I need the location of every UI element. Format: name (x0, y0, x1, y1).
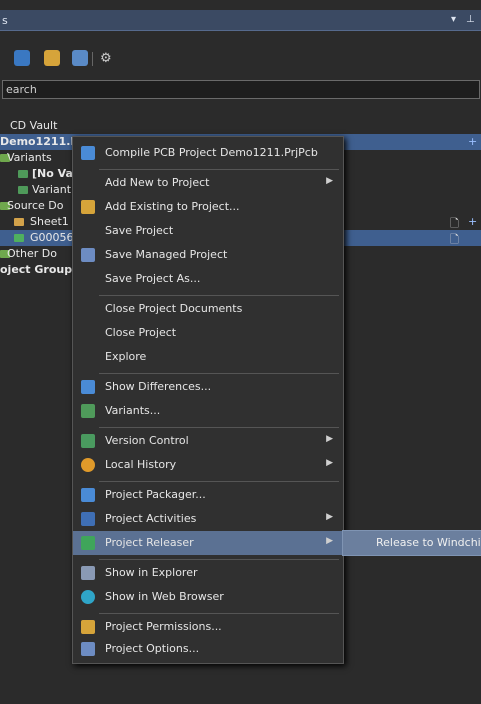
menu-item-show-in-explorer[interactable]: Show in Explorer (73, 561, 343, 585)
menu-item-label: Variants... (105, 404, 161, 417)
menu-item-project-permissions[interactable]: Project Permissions... (73, 615, 343, 639)
search-input[interactable]: earch (2, 80, 480, 99)
variants-icon (81, 404, 95, 418)
add-existing-icon (81, 200, 95, 214)
menu-item-add-new[interactable]: Add New to Project ▶ (73, 171, 343, 195)
menu-item-label: Show Differences... (105, 380, 212, 393)
explorer-icon (81, 566, 95, 580)
permissions-icon (81, 620, 95, 634)
menu-item-label: Project Options... (105, 642, 200, 655)
menu-item-add-existing[interactable]: Add Existing to Project... (73, 195, 343, 219)
menu-item-label: Project Activities (105, 512, 197, 525)
menu-item-label: Add Existing to Project... (105, 200, 240, 213)
submenu-arrow-icon: ▶ (326, 512, 333, 522)
add-icon[interactable]: + (468, 215, 477, 228)
menu-separator (99, 613, 339, 614)
menu-item-label: Save Managed Project (105, 248, 228, 261)
options-icon (81, 642, 95, 656)
menu-separator (99, 373, 339, 374)
save-managed-icon (81, 248, 95, 262)
menu-item-project-packager[interactable]: Project Packager... (73, 483, 343, 507)
menu-item-show-differences[interactable]: Show Differences... (73, 375, 343, 399)
tree-label: oject Group (0, 263, 73, 276)
history-icon (81, 458, 95, 472)
menu-item-label: Project Releaser (105, 536, 194, 549)
menu-item-label: Project Permissions... (105, 620, 222, 633)
menu-item-save-as[interactable]: Save Project As... (73, 267, 343, 291)
submenu-release[interactable]: Release to Windchil (342, 530, 481, 556)
tree-label: CD Vault (10, 119, 58, 132)
menu-item-project-activities[interactable]: Project Activities ▶ (73, 507, 343, 531)
variant-icon (18, 170, 28, 178)
chevron-down-icon[interactable]: ▾ (451, 14, 456, 25)
gear-icon[interactable]: ⚙ (100, 51, 112, 66)
releaser-icon (81, 536, 95, 550)
menu-item-label: Explore (105, 350, 147, 363)
version-control-icon (81, 434, 95, 448)
tree-label: G00056 (30, 231, 74, 244)
open-project-icon[interactable] (14, 50, 30, 66)
tree-label: Other Do (7, 247, 57, 260)
menu-item-label: Close Project Documents (105, 302, 243, 315)
activities-icon (81, 512, 95, 526)
variant-icon (18, 186, 28, 194)
panel-title: s (2, 14, 8, 27)
menu-item-label: Show in Explorer (105, 566, 198, 579)
menu-item-close-docs[interactable]: Close Project Documents (73, 297, 343, 321)
menu-item-label: Save Project As... (105, 272, 201, 285)
menu-item-explore[interactable]: Explore (73, 345, 343, 369)
menu-item-close-project[interactable]: Close Project (73, 321, 343, 345)
menu-item-label: Close Project (105, 326, 177, 339)
menu-separator (99, 427, 339, 428)
submenu-item-release-to-windchill[interactable]: Release to Windchil (376, 536, 481, 549)
menu-separator (99, 295, 339, 296)
menu-item-label: Local History (105, 458, 177, 471)
menu-item-label: Version Control (105, 434, 189, 447)
menu-item-compile[interactable]: Compile PCB Project Demo1211.PrjPcb (73, 141, 343, 165)
submenu-arrow-icon: ▶ (326, 176, 333, 186)
tree-row-vault[interactable]: CD Vault (0, 118, 481, 134)
tree-label: [No Va (32, 167, 73, 180)
panel-header: s ▾ ⊥ (0, 10, 481, 31)
menu-separator (99, 559, 339, 560)
pin-icon[interactable]: ⊥ (466, 14, 475, 25)
packager-icon (81, 488, 95, 502)
tree-label: Variant (32, 183, 72, 196)
menu-item-label: Save Project (105, 224, 174, 237)
menu-item-project-releaser[interactable]: Project Releaser ▶ (73, 531, 343, 555)
add-icon[interactable]: + (468, 135, 477, 148)
add-folder-icon[interactable] (44, 50, 60, 66)
panel-toolbar: ⚙ (0, 44, 481, 74)
tree-label: Demo1211.I (0, 135, 75, 148)
tree-label: Sheet1 (30, 215, 69, 228)
toolbar-divider (92, 52, 93, 66)
menu-item-local-history[interactable]: Local History ▶ (73, 453, 343, 477)
add-document-icon[interactable] (72, 50, 88, 66)
submenu-arrow-icon: ▶ (326, 536, 333, 546)
menu-item-label: Add New to Project (105, 176, 210, 189)
menu-separator (99, 169, 339, 170)
menu-item-label: Show in Web Browser (105, 590, 224, 603)
menu-item-save-project[interactable]: Save Project (73, 219, 343, 243)
menu-item-show-in-browser[interactable]: Show in Web Browser (73, 585, 343, 609)
menu-item-project-options[interactable]: Project Options... (73, 637, 343, 661)
submenu-arrow-icon: ▶ (326, 434, 333, 444)
schematic-icon (14, 218, 24, 226)
menu-separator (99, 481, 339, 482)
globe-icon (81, 590, 95, 604)
submenu-arrow-icon: ▶ (326, 458, 333, 468)
tree-label: Source Do (7, 199, 64, 212)
tree-label: Variants (7, 151, 52, 164)
menu-item-variants[interactable]: Variants... (73, 399, 343, 423)
compile-icon (81, 146, 95, 160)
context-menu: Compile PCB Project Demo1211.PrjPcb Add … (72, 136, 344, 664)
pcb-icon (14, 234, 24, 242)
menu-item-label: Compile PCB Project Demo1211.PrjPcb (105, 146, 318, 159)
menu-item-version-control[interactable]: Version Control ▶ (73, 429, 343, 453)
search-input-text: earch (6, 83, 37, 96)
menu-item-save-managed[interactable]: Save Managed Project (73, 243, 343, 267)
menu-item-label: Project Packager... (105, 488, 206, 501)
differences-icon (81, 380, 95, 394)
